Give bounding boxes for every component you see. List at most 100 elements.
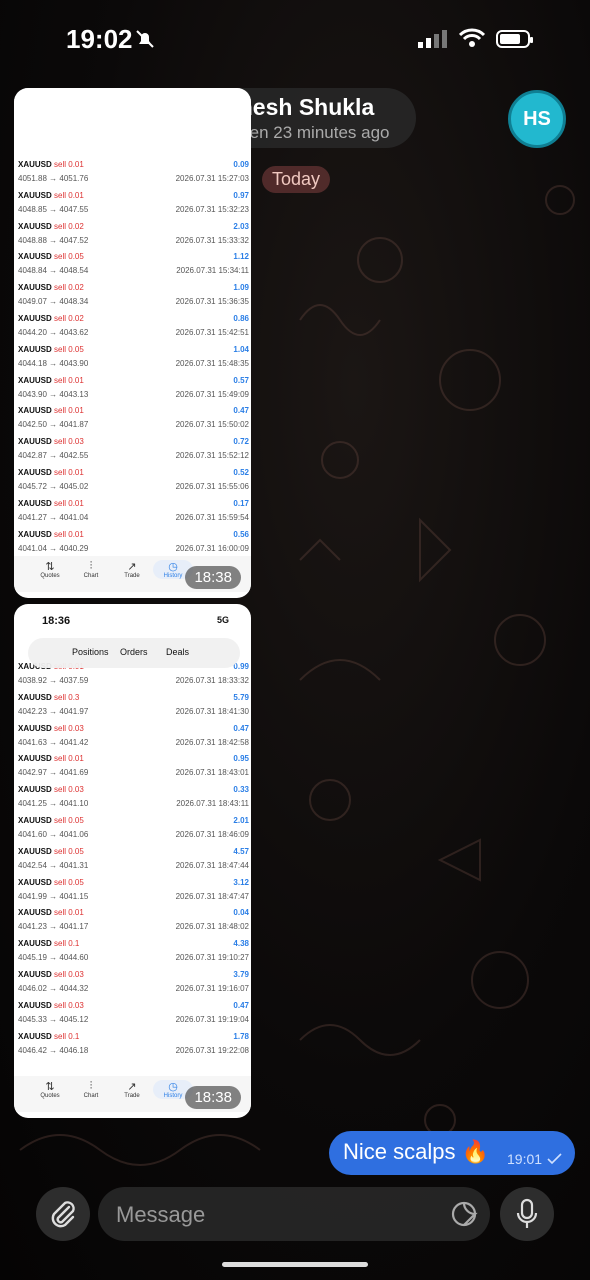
sticker-icon[interactable]: [450, 1200, 478, 1228]
trade-prices: 4042.97 → 4041.69: [18, 768, 89, 778]
trade-date: 2026.07.31 15:52:12: [175, 451, 249, 461]
tab-deals: Deals: [166, 647, 190, 657]
trade-symbol: XAUUSD sell 0.01: [18, 160, 84, 169]
trade-prices: 4041.99 → 4041.15: [18, 891, 89, 901]
trade-row: XAUUSD sell 0.01 4042.50 → 4041.87 0.47 202…: [14, 404, 251, 435]
mute-bell-icon: [136, 30, 154, 48]
trade-symbol: XAUUSD sell 0.03: [18, 785, 84, 795]
trade-profit: 0.72: [233, 437, 249, 447]
trade-date: 2026.07.31 15:48:35: [175, 358, 249, 368]
trade-date: 2026.07.31 15:32:23: [175, 204, 249, 214]
trade-prices: 4048.88 → 4047.52: [18, 235, 89, 245]
trade-symbol: XAUUSD sell 0.01: [18, 406, 84, 416]
trade-symbol: XAUUSD sell 0.01: [18, 375, 84, 385]
message-input[interactable]: Message: [98, 1187, 490, 1241]
nav-chart: ⫶ Chart: [83, 560, 99, 579]
trade-prices: 4042.87 → 4042.55: [18, 451, 89, 461]
outgoing-message[interactable]: Nice scalps 🔥 19:01: [329, 1131, 575, 1175]
trade-symbol: XAUUSD sell 0.1: [18, 939, 80, 949]
image-timestamp: 18:38: [185, 1086, 241, 1109]
nav-quotes: ⇅ Quotes: [40, 561, 60, 579]
trade-row: XAUUSD sell 0.3 4042.23 → 4041.97 5.79 2026…: [14, 691, 251, 722]
attach-button[interactable]: [36, 1187, 90, 1241]
trade-row: XAUUSD sell 0.05 4044.18 → 4043.90 1.04 202…: [14, 343, 251, 374]
trade-symbol: XAUUSD sell 0.01: [18, 468, 84, 477]
blurred-overlay: [14, 88, 251, 148]
trade-symbol: XAUUSD sell 0.03: [18, 723, 84, 733]
trade-date: 2026.07.31 19:22:08: [175, 1045, 249, 1055]
trade-row: XAUUSD sell 0.05 4042.54 → 4041.31 4.57 202…: [14, 845, 251, 876]
trade-prices: 4044.20 → 4043.62: [18, 328, 89, 337]
trade-profit: 3.12: [233, 877, 249, 887]
trade-row: XAUUSD sell 0.1 4045.19 → 4044.60 4.38 2026…: [14, 937, 251, 968]
trade-row: XAUUSD sell 0.02 4048.88 → 4047.52 2.03 202…: [14, 220, 251, 251]
trade-prices: 4046.42 → 4046.18: [18, 1045, 89, 1055]
trade-date: 2026.07.31 18:48:02: [175, 922, 249, 932]
trade-row: XAUUSD sell 0.02 4049.07 → 4048.34 1.09 202…: [14, 281, 251, 312]
battery-icon: [496, 30, 533, 48]
trade-tabs: Positions Orders Deals: [28, 638, 240, 668]
trade-profit: 1.09: [233, 283, 249, 293]
trade-prices: 4041.23 → 4041.17: [18, 922, 89, 932]
trade-prices: 4048.84 → 4048.54: [18, 266, 89, 276]
trade-profit: 0.04: [233, 908, 249, 918]
trade-row: XAUUSD sell 0.01 4043.90 → 4043.13 0.57 202…: [14, 374, 251, 405]
trade-symbol: XAUUSD sell 0.01: [18, 498, 84, 508]
trade-profit: 0.47: [233, 406, 249, 416]
trade-date: 2026.07.31 18:42:58: [175, 737, 249, 747]
trade-symbol: XAUUSD sell 0.05: [18, 252, 84, 262]
trade-prices: 4042.50 → 4041.87: [18, 420, 89, 430]
trade-row: XAUUSD sell 0.05 4041.99 → 4041.15 3.12 202…: [14, 876, 251, 907]
trade-date: 2026.07.31 15:36:35: [175, 297, 249, 307]
trade-row: XAUUSD sell 0.02 4044.20 → 4043.62 0.86 202…: [14, 312, 251, 343]
attach-icon: [51, 1201, 75, 1228]
image-timestamp: 18:38: [185, 566, 241, 589]
trade-date: 2026.07.31 15:55:06: [175, 482, 249, 491]
trade-date: 2026.07.31 15:59:54: [175, 512, 249, 522]
trade-symbol: XAUUSD sell 0.02: [18, 221, 84, 231]
trade-profit: 0.95: [233, 754, 249, 764]
trade-prices: 4038.92 → 4037.59: [18, 676, 89, 685]
trade-prices: 4042.23 → 4041.97: [18, 706, 89, 716]
phone-status-bar: 18:36 5G: [14, 604, 251, 636]
message-text: Nice scalps 🔥: [343, 1139, 489, 1164]
trade-profit: 1.12: [233, 252, 249, 262]
trade-prices: 4048.85 → 4047.55: [18, 204, 89, 214]
trade-profit: 0.52: [233, 468, 249, 477]
tab-orders: Orders: [120, 647, 148, 657]
avatar[interactable]: HS: [508, 90, 566, 148]
trade-symbol: XAUUSD sell 0.02: [18, 283, 84, 293]
trade-date: 2026.07.31 19:19:04: [175, 1014, 249, 1024]
image-message-2[interactable]: XAUUSD sell 0.014038.92 → 4037.590.99202…: [14, 604, 251, 1118]
trade-profit: 0.57: [233, 375, 249, 385]
trade-profit: 0.09: [233, 160, 249, 169]
trade-row: XAUUSD sell 0.01 4051.88 → 4051.76 0.09 202…: [14, 158, 251, 189]
trade-prices: 4041.63 → 4041.42: [18, 737, 89, 747]
trade-row: XAUUSD sell 0.03 4042.87 → 4042.55 0.72 202…: [14, 435, 251, 466]
trade-date: 2026.07.31 15:49:09: [175, 389, 249, 399]
trade-date: 2026.07.31 18:47:44: [175, 860, 249, 870]
trade-profit: 0.33: [233, 785, 249, 795]
trade-profit: 2.01: [233, 816, 249, 825]
trade-date: 2026.07.31 18:47:47: [175, 891, 249, 901]
trade-symbol: XAUUSD sell 0.05: [18, 816, 84, 825]
trade-profit: 1.78: [233, 1031, 249, 1041]
nav-trade: ↗ Trade: [124, 561, 140, 579]
trade-symbol: XAUUSD sell 0.01: [18, 190, 84, 200]
trade-symbol: XAUUSD sell 0.1: [18, 1031, 80, 1041]
trade-profit: 0.86: [233, 314, 249, 323]
message-placeholder: Message: [116, 1202, 206, 1227]
trade-symbol: XAUUSD sell 0.02: [18, 314, 84, 323]
trade-profit: 0.56: [233, 529, 249, 539]
trade-prices: 4041.04 → 4040.29: [18, 543, 89, 553]
trade-symbol: XAUUSD sell 0.01: [18, 754, 84, 764]
message-time: 19:01: [507, 1151, 543, 1167]
trade-prices: 4045.19 → 4044.60: [18, 953, 89, 963]
mic-button[interactable]: [500, 1187, 554, 1241]
trade-row: XAUUSD sell 0.01 4042.97 → 4041.69 0.95 202…: [14, 752, 251, 783]
trade-date: 2026.07.31 15:42:51: [175, 328, 249, 337]
network-label: 5G: [216, 615, 229, 625]
image-message-1[interactable]: XAUUSD sell 0.01 4051.88 → 4051.76 0.09 202…: [14, 88, 251, 598]
mic-icon: [516, 1198, 538, 1228]
trade-row: XAUUSD sell 0.01 4048.85 → 4047.55 0.97 202…: [14, 189, 251, 220]
